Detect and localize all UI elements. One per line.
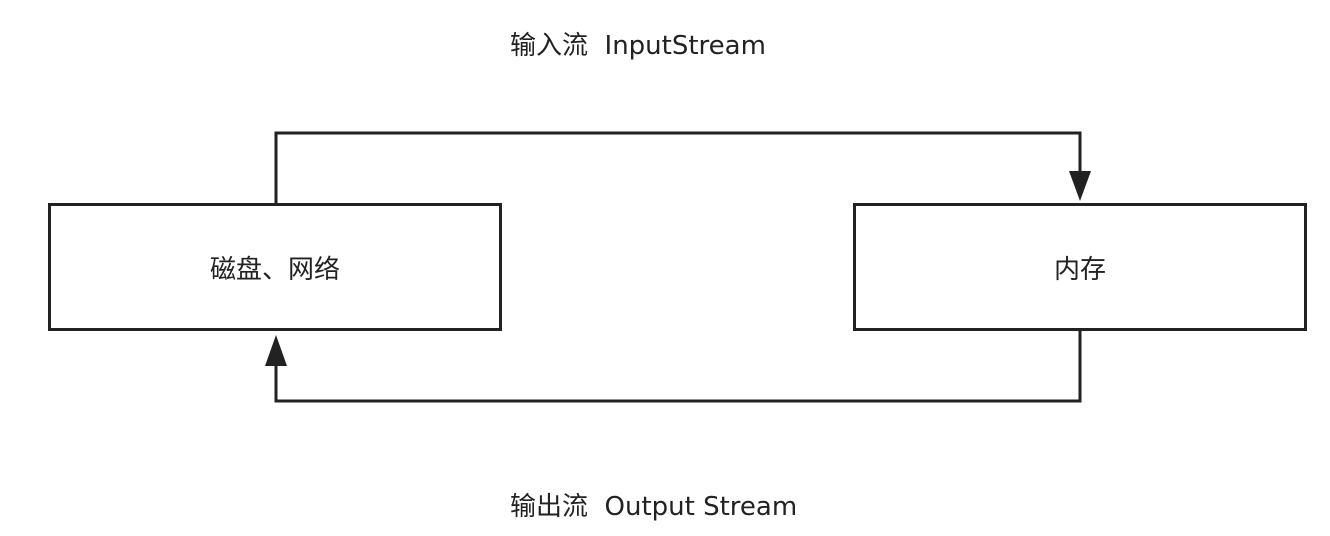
output-stream-label: 输出流 Output Stream: [510, 492, 798, 522]
input-stream-arrowhead: [1069, 171, 1091, 201]
disk-network-node: 磁盘、网络: [48, 203, 502, 331]
input-stream-label: 输入流 InputStream: [510, 31, 766, 61]
memory-label: 内存: [1053, 254, 1106, 285]
memory-node: 内存: [853, 203, 1307, 331]
output-stream-arrow-line: [274, 331, 1082, 403]
disk-network-label: 磁盘、网络: [209, 254, 340, 285]
output-stream-arrowhead: [265, 335, 287, 366]
input-stream-arrow-line: [274, 131, 1082, 203]
